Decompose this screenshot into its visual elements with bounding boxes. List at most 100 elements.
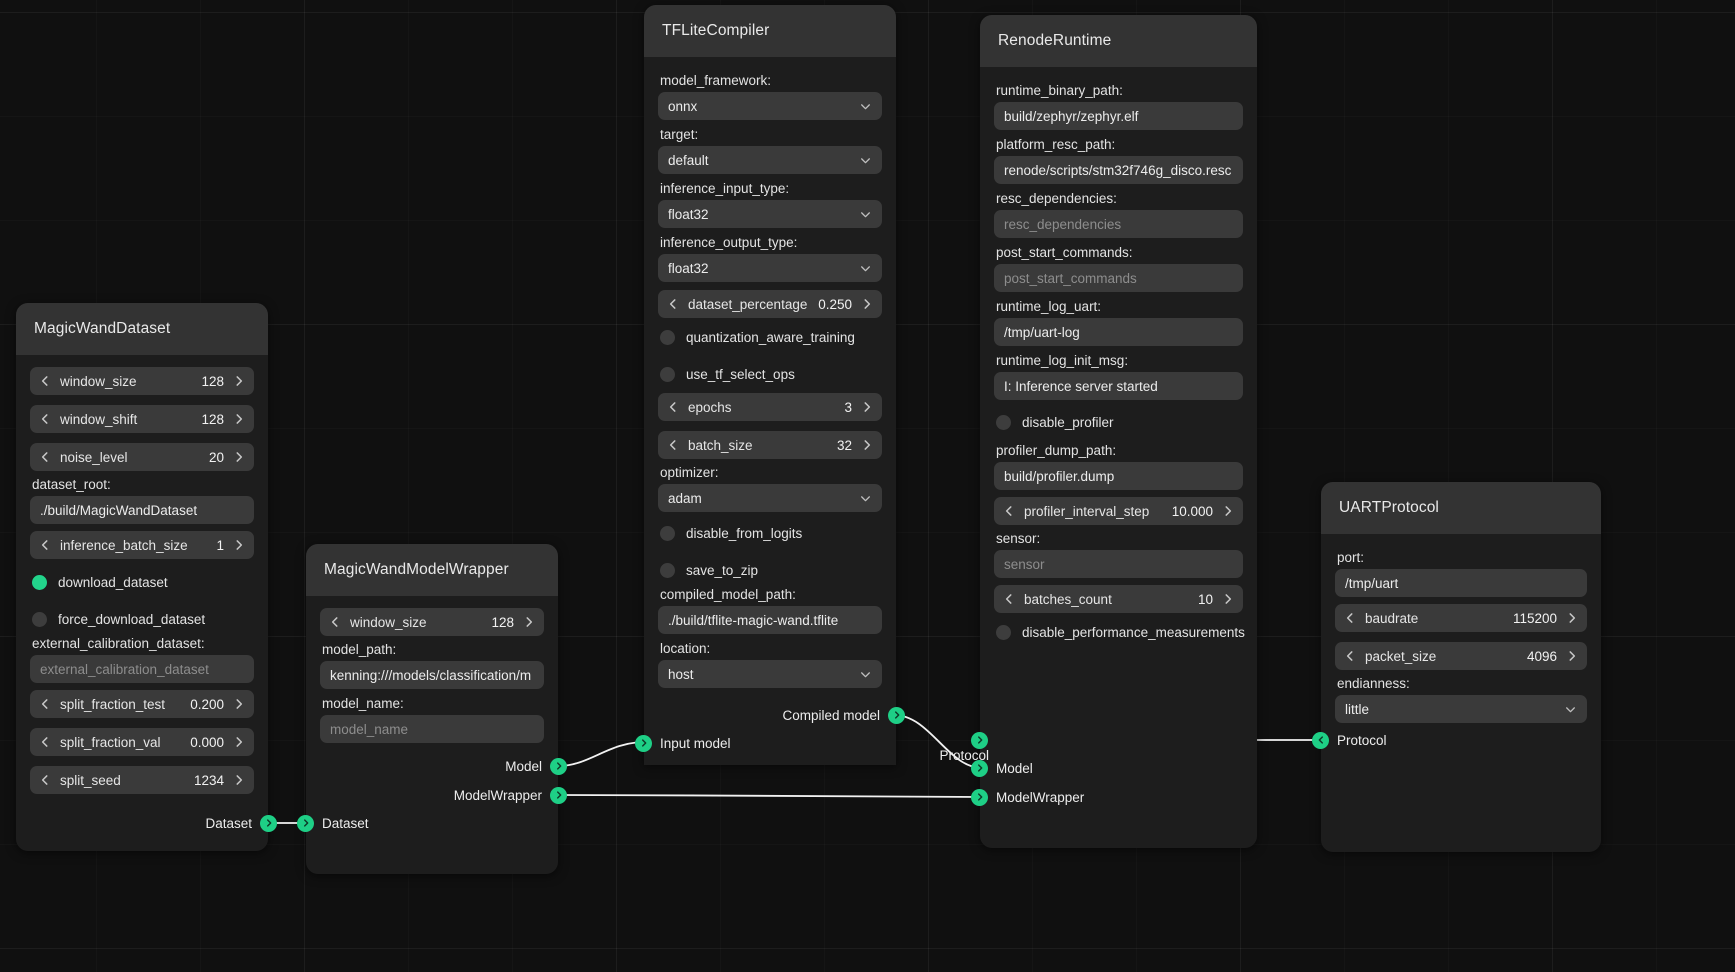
node-renoderuntime[interactable]: RenodeRuntime runtime_binary_path: build… bbox=[939, 15, 1257, 848]
stepper-value[interactable]: 128 bbox=[201, 374, 224, 389]
chevron-left-icon[interactable] bbox=[38, 450, 52, 464]
chevron-down-icon[interactable] bbox=[859, 262, 872, 275]
target-select[interactable]: default bbox=[658, 146, 882, 174]
stepper-value[interactable]: 4096 bbox=[1527, 649, 1557, 664]
optimizer-select[interactable]: adam bbox=[658, 484, 882, 512]
socket-out-dataset[interactable]: Dataset bbox=[205, 814, 277, 832]
chevron-left-icon[interactable] bbox=[38, 538, 52, 552]
dataset-root-input[interactable]: ./build/MagicWandDataset bbox=[30, 496, 254, 524]
chevron-down-icon[interactable] bbox=[859, 154, 872, 167]
chevron-left-icon[interactable] bbox=[1002, 592, 1016, 606]
toggle-dot-off-icon[interactable] bbox=[996, 624, 1011, 640]
platform-resc-path-input[interactable]: renode/scripts/stm32f746g_disco.resc bbox=[994, 156, 1243, 184]
stepper-split-fraction-val[interactable]: split_fraction_val 0.000 bbox=[30, 728, 254, 756]
port-input[interactable]: /tmp/uart bbox=[1335, 569, 1587, 597]
socket-handle-icon[interactable] bbox=[971, 731, 988, 749]
toggle-dot-off-icon[interactable] bbox=[996, 414, 1011, 430]
chevron-right-icon[interactable] bbox=[232, 374, 246, 388]
stepper-split-fraction-test[interactable]: split_fraction_test 0.200 bbox=[30, 690, 254, 718]
stepper-window-size[interactable]: window_size 128 bbox=[30, 367, 254, 395]
toggle-use-tf-select-ops[interactable]: use_tf_select_ops bbox=[660, 361, 882, 387]
chevron-right-icon[interactable] bbox=[860, 438, 874, 452]
stepper-value[interactable]: 20 bbox=[209, 450, 224, 465]
stepper-epochs[interactable]: epochs 3 bbox=[658, 393, 882, 421]
node-uartprotocol[interactable]: UARTProtocol port: /tmp/uart baudrate 11… bbox=[1312, 482, 1601, 852]
socket-out-protocol[interactable]: Protocol bbox=[1312, 731, 1387, 749]
stepper-value[interactable]: 128 bbox=[201, 412, 224, 427]
socket-out-compiled-model[interactable]: Compiled model bbox=[782, 706, 905, 724]
socket-handle-icon[interactable] bbox=[971, 759, 988, 777]
toggle-dot-off-icon[interactable] bbox=[32, 611, 47, 627]
external-calibration-dataset-input[interactable]: external_calibration_dataset bbox=[30, 655, 254, 683]
chevron-left-icon[interactable] bbox=[38, 374, 52, 388]
chevron-down-icon[interactable] bbox=[859, 492, 872, 505]
socket-in-input-model[interactable]: Input model bbox=[635, 734, 731, 752]
stepper-value[interactable]: 115200 bbox=[1513, 611, 1557, 626]
node-header[interactable]: RenodeRuntime bbox=[980, 15, 1257, 67]
chevron-right-icon[interactable] bbox=[1565, 649, 1579, 663]
chevron-right-icon[interactable] bbox=[232, 538, 246, 552]
stepper-batches-count[interactable]: batches_count 10 bbox=[994, 585, 1243, 613]
stepper-value[interactable]: 0.000 bbox=[190, 735, 224, 750]
model-name-input[interactable]: model_name bbox=[320, 715, 544, 743]
chevron-down-icon[interactable] bbox=[859, 100, 872, 113]
toggle-dot-off-icon[interactable] bbox=[660, 366, 675, 382]
chevron-left-icon[interactable] bbox=[1343, 649, 1357, 663]
chevron-left-icon[interactable] bbox=[666, 297, 680, 311]
compiled-model-path-input[interactable]: ./build/tflite-magic-wand.tflite bbox=[658, 606, 882, 634]
toggle-dot-on-icon[interactable] bbox=[32, 574, 47, 590]
post-start-commands-input[interactable]: post_start_commands bbox=[994, 264, 1243, 292]
stepper-inference-batch-size[interactable]: inference_batch_size 1 bbox=[30, 531, 254, 559]
chevron-right-icon[interactable] bbox=[232, 697, 246, 711]
chevron-right-icon[interactable] bbox=[1221, 504, 1235, 518]
model-framework-select[interactable]: onnx bbox=[658, 92, 882, 120]
socket-handle-icon[interactable] bbox=[971, 788, 988, 806]
chevron-right-icon[interactable] bbox=[232, 773, 246, 787]
chevron-right-icon[interactable] bbox=[232, 412, 246, 426]
chevron-down-icon[interactable] bbox=[859, 668, 872, 681]
chevron-left-icon[interactable] bbox=[1343, 611, 1357, 625]
socket-handle-icon[interactable] bbox=[550, 786, 567, 804]
chevron-right-icon[interactable] bbox=[232, 450, 246, 464]
inference-output-type-select[interactable]: float32 bbox=[658, 254, 882, 282]
socket-in-model[interactable]: Model bbox=[971, 759, 1033, 777]
socket-handle-icon[interactable] bbox=[260, 814, 277, 832]
node-header[interactable]: UARTProtocol bbox=[1321, 482, 1601, 534]
toggle-dot-off-icon[interactable] bbox=[660, 525, 675, 541]
chevron-right-icon[interactable] bbox=[1565, 611, 1579, 625]
toggle-save-to-zip[interactable]: save_to_zip bbox=[660, 557, 882, 583]
socket-handle-icon[interactable] bbox=[550, 757, 567, 775]
location-select[interactable]: host bbox=[658, 660, 882, 688]
chevron-left-icon[interactable] bbox=[666, 438, 680, 452]
stepper-baudrate[interactable]: baudrate 115200 bbox=[1335, 604, 1587, 632]
endianness-select[interactable]: little bbox=[1335, 695, 1587, 723]
toggle-quantization-aware-training[interactable]: quantization_aware_training bbox=[660, 324, 882, 350]
stepper-value[interactable]: 1234 bbox=[194, 773, 224, 788]
chevron-left-icon[interactable] bbox=[38, 735, 52, 749]
toggle-force-download-dataset[interactable]: force_download_dataset bbox=[32, 606, 254, 632]
model-path-input[interactable]: kenning:///models/classification/m bbox=[320, 661, 544, 689]
stepper-value[interactable]: 10 bbox=[1198, 592, 1213, 607]
socket-out-model[interactable]: Model bbox=[505, 757, 567, 775]
stepper-value[interactable]: 10.000 bbox=[1172, 504, 1213, 519]
stepper-noise-level[interactable]: noise_level 20 bbox=[30, 443, 254, 471]
stepper-split-seed[interactable]: split_seed 1234 bbox=[30, 766, 254, 794]
chevron-right-icon[interactable] bbox=[1221, 592, 1235, 606]
toggle-disable-performance-measurements[interactable]: disable_performance_measurements bbox=[996, 619, 1245, 645]
chevron-left-icon[interactable] bbox=[38, 412, 52, 426]
chevron-right-icon[interactable] bbox=[860, 400, 874, 414]
toggle-dot-off-icon[interactable] bbox=[660, 562, 675, 578]
node-tflitecompiler[interactable]: TFLiteCompiler model_framework: onnx tar… bbox=[635, 5, 905, 765]
chevron-left-icon[interactable] bbox=[666, 400, 680, 414]
stepper-value[interactable]: 3 bbox=[844, 400, 852, 415]
chevron-right-icon[interactable] bbox=[522, 615, 536, 629]
stepper-value[interactable]: 128 bbox=[491, 615, 514, 630]
stepper-profiler-interval-step[interactable]: profiler_interval_step 10.000 bbox=[994, 497, 1243, 525]
toggle-dot-off-icon[interactable] bbox=[660, 329, 675, 345]
toggle-download-dataset[interactable]: download_dataset bbox=[32, 569, 254, 595]
node-header[interactable]: TFLiteCompiler bbox=[644, 5, 896, 57]
node-magicwandmodelwrapper[interactable]: MagicWandModelWrapper window_size 128 mo… bbox=[297, 544, 567, 874]
toggle-disable-profiler[interactable]: disable_profiler bbox=[996, 409, 1243, 435]
profiler-dump-path-input[interactable]: build/profiler.dump bbox=[994, 462, 1243, 490]
toggle-disable-from-logits[interactable]: disable_from_logits bbox=[660, 520, 882, 546]
